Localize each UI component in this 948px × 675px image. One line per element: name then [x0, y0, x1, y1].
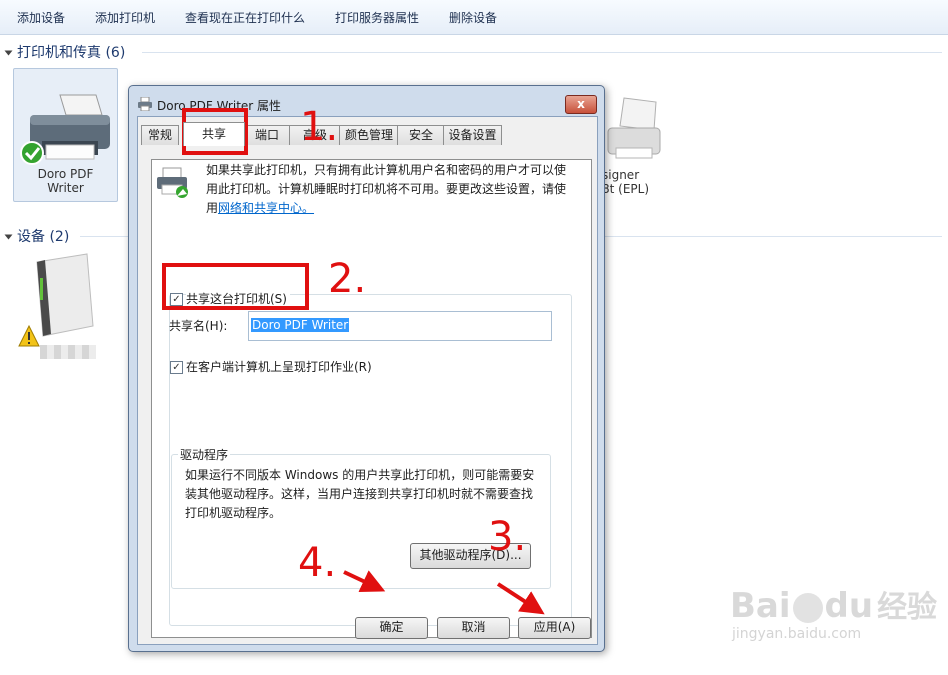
network-sharing-center-link[interactable]: 网络和共享中心。: [218, 201, 314, 215]
apply-button[interactable]: 应用(A): [518, 617, 591, 639]
checkmark-icon: ✓: [172, 362, 181, 373]
printers-group-title: 打印机和传真 (6): [17, 45, 126, 61]
group-divider: [142, 52, 942, 53]
add-device-button[interactable]: 添加设备: [17, 9, 65, 26]
step-1-label: 1.: [300, 104, 339, 150]
tab-general[interactable]: 常规: [141, 125, 179, 145]
printer-tile-label: Doro PDF Writer: [37, 167, 94, 195]
blurred-device-label: [40, 345, 96, 359]
print-server-properties-button[interactable]: 打印服务器属性: [335, 9, 419, 26]
printer-properties-dialog: Doro PDF Writer 属性 x 常规 共享 端口 高级 颜色管理 安全…: [128, 85, 605, 652]
tab-security[interactable]: 安全: [397, 125, 445, 145]
tab-ports[interactable]: 端口: [243, 125, 291, 145]
printer-icon: [20, 94, 110, 165]
add-printer-button[interactable]: 添加打印机: [95, 9, 155, 26]
paw-logo-icon: [792, 592, 823, 623]
devices-group-header[interactable]: 设备 (2): [4, 226, 70, 246]
sharing-info-line-3: 用网络和共享中心。: [206, 201, 315, 215]
shared-printer-icon: [157, 167, 188, 198]
ok-button[interactable]: 确定: [355, 617, 428, 639]
tab-device-settings[interactable]: 设备设置: [443, 125, 502, 145]
highlight-box-share-checkbox: [162, 263, 309, 310]
drivers-group-title: 驱动程序: [178, 446, 231, 463]
render-jobs-label: 在客户端计算机上呈现打印作业(R): [186, 360, 372, 374]
command-bar: 添加设备 添加打印机 查看现在正在打印什么 打印服务器属性 删除设备: [0, 0, 948, 35]
dialog-client-area: 常规 共享 端口 高级 颜色管理 安全 设备设置 如果共享此打印机，只有拥有此计…: [137, 116, 598, 645]
remove-device-button[interactable]: 删除设备: [449, 9, 497, 26]
see-whats-printing-button[interactable]: 查看现在正在打印什么: [185, 9, 305, 26]
share-name-value: Doro PDF Writer: [251, 318, 350, 332]
step-3-label: 3.: [488, 514, 527, 560]
printer-tile-label: signer 8t (EPL): [602, 168, 650, 196]
printer-tile-designer[interactable]: signer 8t (EPL): [600, 90, 670, 200]
render-jobs-checkbox[interactable]: ✓: [170, 361, 183, 374]
sharing-tab-panel: 如果共享此打印机，只有拥有此计算机用户名和密码的用户才可以使 用此打印机。计算机…: [151, 159, 592, 638]
drivers-info-line-2: 装其他驱动程序。这样，当用户连接到共享打印机时就不需要查找: [185, 487, 534, 501]
sharing-info-line-2: 用此打印机。计算机睡眠时打印机将不可用。要更改这些设置，请使: [206, 182, 567, 196]
cancel-button[interactable]: 取消: [437, 617, 510, 639]
external-drive-icon: [18, 253, 94, 347]
drivers-info-line-3: 打印机驱动程序。: [185, 506, 282, 520]
step-2-label: 2.: [328, 256, 367, 302]
tab-color-management[interactable]: 颜色管理: [339, 125, 399, 145]
sharing-info-line-1: 如果共享此打印机，只有拥有此计算机用户名和密码的用户才可以使: [206, 163, 567, 177]
baidu-jingyan-watermark: Bai du 经验 jingyan.baidu.com: [730, 586, 938, 642]
printer-icon: [607, 97, 661, 159]
device-tile-drive[interactable]: [15, 250, 105, 365]
close-icon[interactable]: x: [565, 95, 597, 114]
tab-sharing[interactable]: 共享: [183, 122, 245, 146]
collapse-arrow-icon: [4, 234, 13, 240]
drivers-info-line-1: 如果运行不同版本 Windows 的用户共享此打印机，则可能需要安: [185, 468, 535, 482]
printers-group-header[interactable]: 打印机和传真 (6): [4, 42, 126, 62]
share-name-input[interactable]: Doro PDF Writer: [248, 311, 552, 341]
collapse-arrow-icon: [4, 50, 13, 56]
devices-group-title: 设备 (2): [17, 229, 70, 245]
share-name-label: 共享名(H):: [169, 319, 228, 333]
printer-tile-doro-pdf-writer[interactable]: Doro PDF Writer: [13, 68, 118, 202]
step-4-label: 4.: [298, 540, 337, 586]
printer-small-icon: [138, 97, 152, 111]
